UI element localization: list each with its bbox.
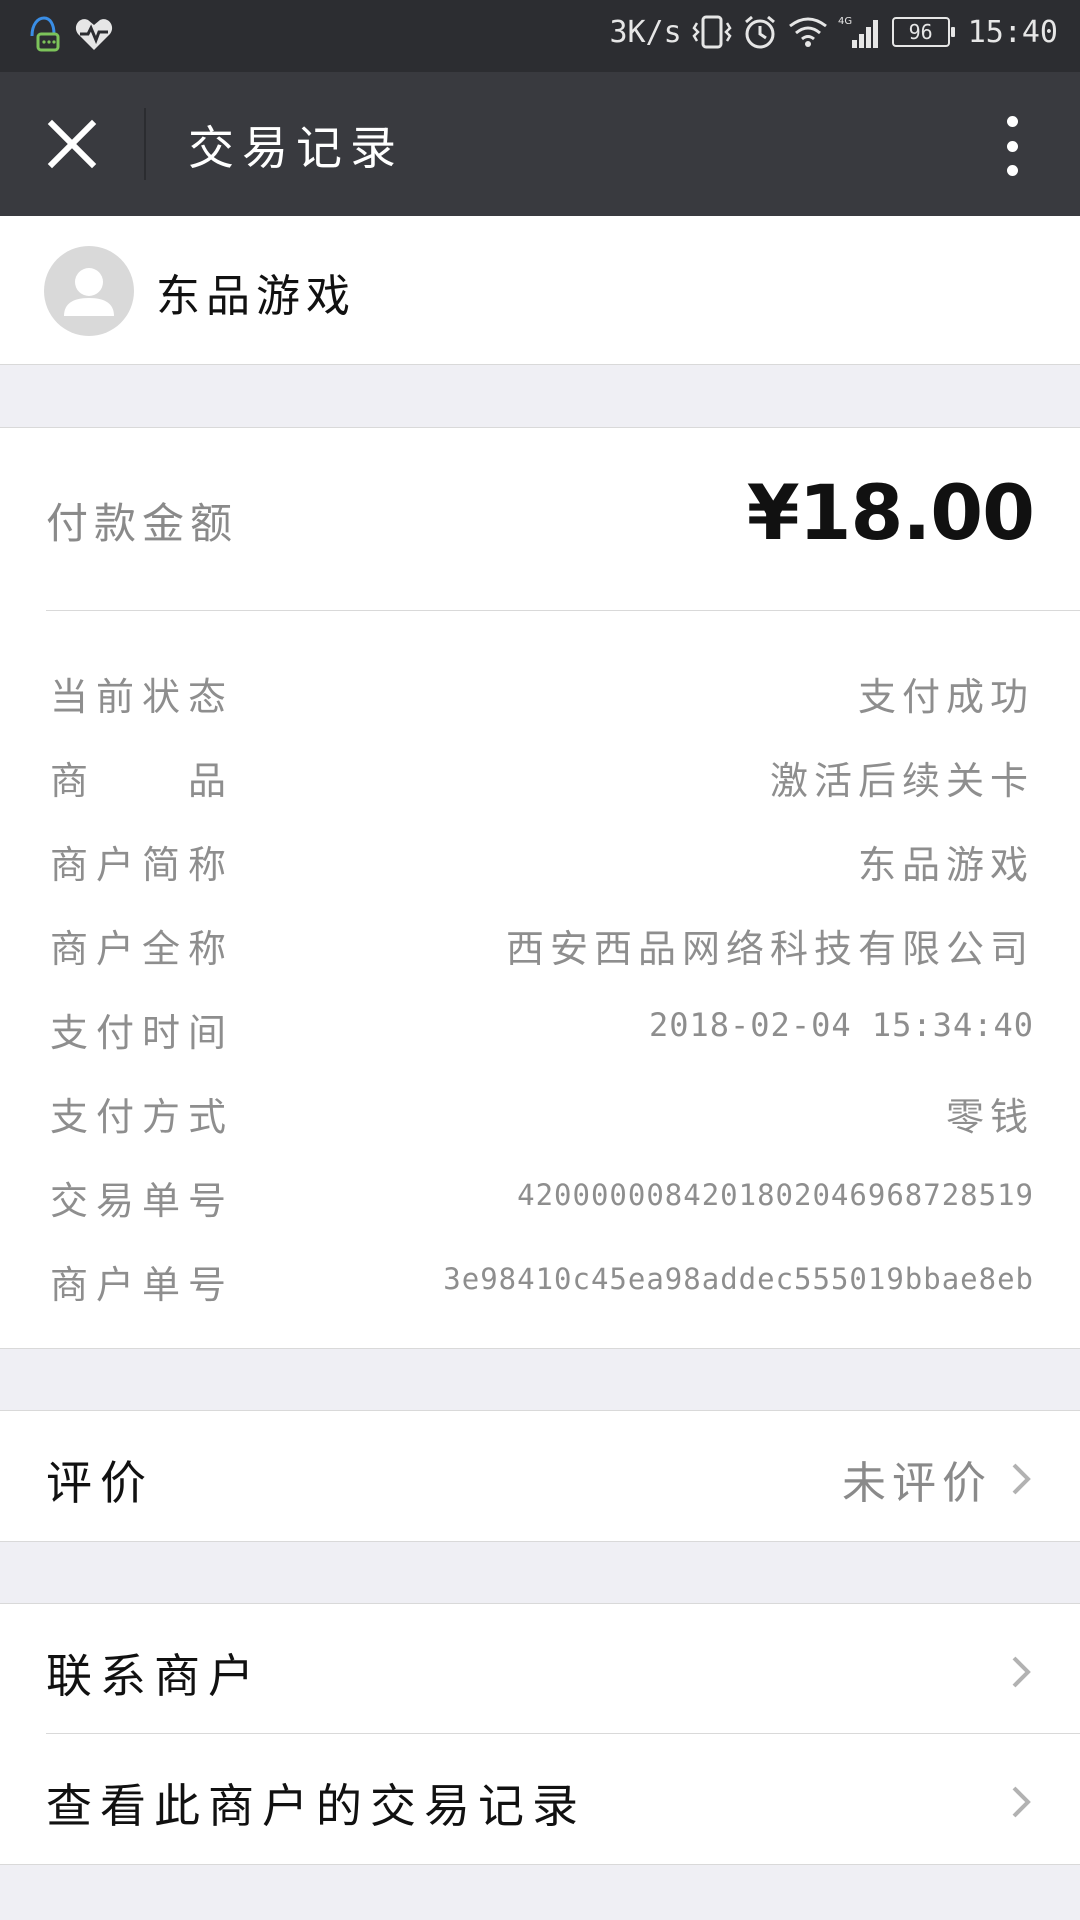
more-dot-icon: [1006, 140, 1018, 152]
contact-merchant-label: 联系商户: [46, 1649, 262, 1703]
chevron-right-icon: [1012, 1463, 1031, 1495]
amount-divider: [46, 610, 1080, 611]
close-button[interactable]: [38, 110, 106, 178]
info-row-status: 当前状态 支付成功: [46, 660, 1034, 720]
merchant-header: 东品游戏: [0, 216, 1080, 365]
wifi-icon: [788, 17, 827, 47]
more-dot-icon: [1006, 165, 1018, 176]
chevron-right-icon: [1012, 1786, 1031, 1818]
info-key: 商户简称: [50, 843, 235, 887]
merchant-name: 东品游戏: [156, 271, 356, 322]
info-key: 商 品: [50, 759, 235, 803]
view-merchant-records-label: 查看此商户的交易记录: [46, 1779, 586, 1833]
status-left-icons: [24, 14, 114, 54]
svg-text:4G: 4G: [838, 16, 852, 27]
info-value: 激活后续关卡: [769, 759, 1034, 803]
review-block: 评价 未评价: [0, 1410, 1080, 1542]
info-value[interactable]: 3e98410c45ea98addec555019bbae8eb: [443, 1262, 1034, 1296]
amount-label: 付款金额: [46, 499, 239, 548]
close-icon: [47, 119, 97, 169]
net-speed: 3K/s: [609, 14, 682, 50]
review-status: 未评价: [842, 1458, 992, 1509]
nav-bar: 交易记录: [0, 72, 1080, 216]
nav-divider: [144, 108, 146, 180]
view-merchant-records-row[interactable]: 查看此商户的交易记录: [0, 1734, 1080, 1864]
info-value: 支付成功: [857, 675, 1034, 719]
info-key: 交易单号: [50, 1179, 235, 1223]
info-key: 商户单号: [50, 1263, 235, 1307]
info-key: 支付时间: [50, 1011, 235, 1055]
payment-detail-card: 付款金额 ¥18.00 当前状态 支付成功 商 品 激活后续关卡 商户简称 东品…: [0, 427, 1080, 1349]
more-options-button[interactable]: [1000, 116, 1024, 176]
vibrate-icon: [692, 15, 732, 49]
chevron-right-icon: [1012, 1656, 1031, 1688]
info-key: 支付方式: [50, 1095, 235, 1139]
review-row[interactable]: 评价 未评价: [0, 1411, 1080, 1541]
info-row-merchant-order-id: 商户单号 3e98410c45ea98addec555019bbae8eb: [46, 1248, 1034, 1308]
health-heart-icon: [75, 19, 113, 50]
signal-4g-icon: 4G: [838, 16, 878, 48]
default-user-icon: [64, 268, 114, 316]
info-key: 商户全称: [50, 927, 235, 971]
info-value: 西安西品网络科技有限公司: [505, 927, 1034, 971]
page-title: 交易记录: [188, 121, 404, 175]
chat-notification-icon: [30, 16, 60, 52]
info-row-pay-time: 支付时间 2018-02-04 15:34:40: [46, 996, 1034, 1056]
info-row-pay-method: 支付方式 零钱: [46, 1080, 1034, 1140]
info-row-product: 商 品 激活后续关卡: [46, 744, 1034, 804]
info-row-transaction-id: 交易单号 4200000084201802046968728519: [46, 1164, 1034, 1224]
clock: 15:40: [967, 14, 1058, 50]
battery-indicator: 96: [891, 17, 955, 47]
info-row-merchant-short: 商户简称 东品游戏: [46, 828, 1034, 888]
info-row-merchant-full: 商户全称 西安西品网络科技有限公司: [46, 912, 1034, 972]
avatar: [44, 246, 134, 336]
more-dot-icon: [1006, 116, 1018, 127]
info-value: 2018-02-04 15:34:40: [648, 1006, 1034, 1044]
status-bar: 3K/s 4G 96 15:40: [0, 0, 1080, 72]
status-right-icons: 3K/s 4G 96 15:40: [609, 14, 1058, 50]
info-value: 东品游戏: [857, 843, 1034, 887]
info-value[interactable]: 4200000084201802046968728519: [517, 1178, 1034, 1212]
amount-value: ¥18.00: [746, 468, 1035, 557]
info-key: 当前状态: [50, 675, 235, 719]
contact-merchant-row[interactable]: 联系商户: [0, 1604, 1080, 1734]
merchant-actions-block: 联系商户 查看此商户的交易记录: [0, 1603, 1080, 1865]
review-label: 评价: [46, 1456, 154, 1510]
info-value: 零钱: [945, 1095, 1034, 1139]
alarm-icon: [744, 15, 775, 49]
